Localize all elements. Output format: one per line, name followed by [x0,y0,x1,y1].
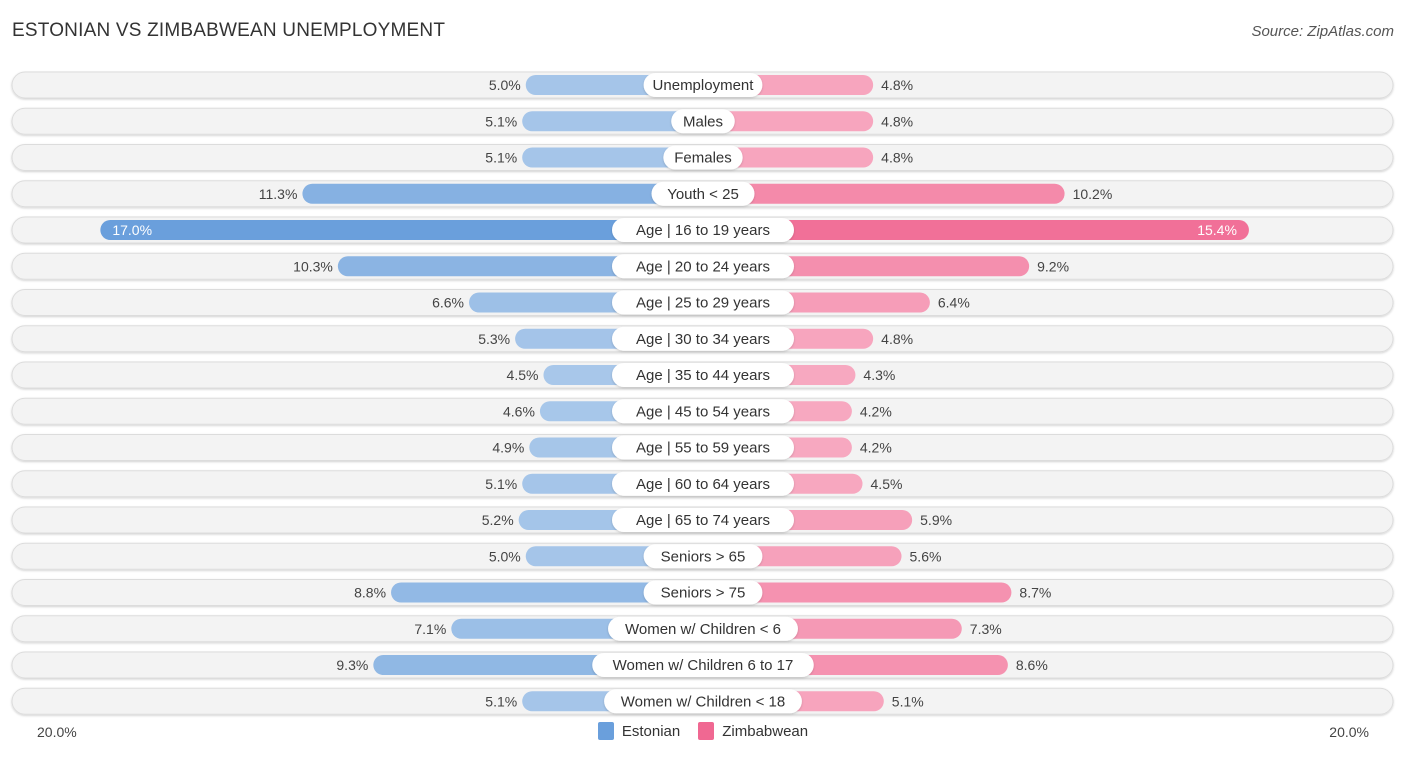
chart-row: 4.9% 4.2% Age | 55 to 59 years [11,434,1394,461]
chart-row: 9.3% 8.6% Women w/ Children 6 to 17 [11,651,1394,679]
value-label-estonian: 9.3% [336,657,368,673]
legend-item-zimbabwean[interactable]: Zimbabwean [698,722,808,740]
value-label-zimbabwean: 10.2% [1073,186,1113,202]
value-label-zimbabwean: 4.8% [881,150,913,166]
category-label: Women w/ Children < 18 [621,693,785,710]
value-label-zimbabwean: 4.5% [871,476,903,492]
chart-row: 5.3% 4.8% Age | 30 to 34 years [11,325,1394,353]
chart-row: 10.3% 9.2% Age | 20 to 24 years [11,252,1394,280]
category-label: Seniors > 75 [661,585,746,602]
value-label-zimbabwean: 5.1% [892,693,924,709]
legend-label-estonian: Estonian [621,722,681,740]
category-label: Age | 25 to 29 years [636,295,770,312]
chart-row: 5.1% 4.8% Females [11,144,1394,171]
chart-row: 5.1% 4.8% Males [11,107,1394,135]
category-label: Age | 60 to 64 years [636,476,770,493]
value-label-zimbabwean: 8.7% [1019,585,1051,601]
chart-row: 5.2% 5.9% Age | 65 to 74 years [11,506,1394,534]
value-label-estonian: 5.0% [489,548,521,564]
chart-row: 4.5% 4.3% Age | 35 to 44 years [11,361,1394,389]
value-label-estonian: 5.3% [478,331,510,347]
value-label-zimbabwean: 6.4% [938,295,970,311]
category-label: Females [674,150,732,167]
value-label-zimbabwean: 4.2% [860,403,892,419]
value-label-estonian: 10.3% [293,258,333,274]
value-label-estonian: 5.2% [482,512,514,528]
value-label-zimbabwean: 4.3% [863,367,895,383]
legend-swatch-estonian [597,722,614,740]
category-label: Youth < 25 [667,186,739,203]
legend-label-zimbabwean: Zimbabwean [722,722,809,740]
chart-row: 5.0% 4.8% Unemployment [11,71,1394,99]
value-label-estonian: 4.5% [507,367,539,383]
value-label-estonian: 17.0% [112,222,152,238]
diverging-bar-chart: 5.0% 4.8% Unemployment 5.1% 4.8% Males 5.1% 4.8… [11,71,1394,715]
category-label: Age | 20 to 24 years [636,258,770,275]
value-label-zimbabwean: 7.3% [970,621,1002,637]
category-label: Women w/ Children < 6 [625,621,781,638]
value-label-estonian: 5.1% [485,476,517,492]
value-label-zimbabwean: 8.6% [1016,657,1048,673]
chart-row: 5.1% 5.1% Women w/ Children < 18 [11,687,1394,715]
value-label-estonian: 4.9% [492,440,524,456]
value-label-zimbabwean: 4.8% [881,331,913,347]
legend-item-estonian[interactable]: Estonian [597,722,681,740]
chart-row: 6.6% 6.4% Age | 25 to 29 years [11,289,1394,316]
chart-row: 4.6% 4.2% Age | 45 to 54 years [11,397,1394,425]
chart-row: 11.3% 10.2% Youth < 25 [11,180,1394,208]
bar-zimbabwean [703,183,1065,204]
category-label: Age | 30 to 34 years [636,331,770,348]
value-label-estonian: 4.6% [503,403,535,419]
chart-row: 5.0% 5.6% Seniors > 65 [11,542,1394,570]
value-label-estonian: 5.1% [485,693,517,709]
category-label: Age | 55 to 59 years [636,440,770,457]
value-label-zimbabwean: 4.8% [881,77,913,93]
value-label-estonian: 8.8% [354,585,386,601]
category-label: Age | 35 to 44 years [636,367,770,384]
legend: Estonian Zimbabwean [0,722,1406,740]
value-label-zimbabwean: 15.4% [1197,222,1237,238]
value-label-estonian: 11.3% [259,186,298,202]
category-label: Women w/ Children 6 to 17 [613,657,794,674]
bar-estonian [302,183,703,204]
chart-row: 5.1% 4.5% Age | 60 to 64 years [11,470,1394,498]
legend-swatch-zimbabwean [698,722,715,740]
chart-row: 7.1% 7.3% Women w/ Children < 6 [11,615,1394,643]
category-label: Unemployment [653,77,755,94]
category-label: Age | 65 to 74 years [636,512,770,529]
chart-row: 17.0% 15.4% Age | 16 to 19 years [11,216,1394,244]
category-label: Age | 16 to 19 years [636,222,770,239]
category-label: Age | 45 to 54 years [636,403,770,420]
category-label: Seniors > 65 [661,548,746,565]
value-label-estonian: 5.1% [485,113,517,129]
chart-row: 8.8% 8.7% Seniors > 75 [11,579,1394,606]
category-label: Males [683,113,723,130]
value-label-zimbabwean: 4.2% [860,440,892,456]
value-label-estonian: 7.1% [414,621,446,637]
value-label-estonian: 6.6% [432,295,464,311]
value-label-zimbabwean: 9.2% [1037,258,1069,274]
value-label-zimbabwean: 5.6% [910,548,942,564]
value-label-estonian: 5.1% [485,150,517,166]
value-label-zimbabwean: 4.8% [881,113,913,129]
value-label-zimbabwean: 5.9% [920,512,952,528]
value-label-estonian: 5.0% [489,77,521,93]
